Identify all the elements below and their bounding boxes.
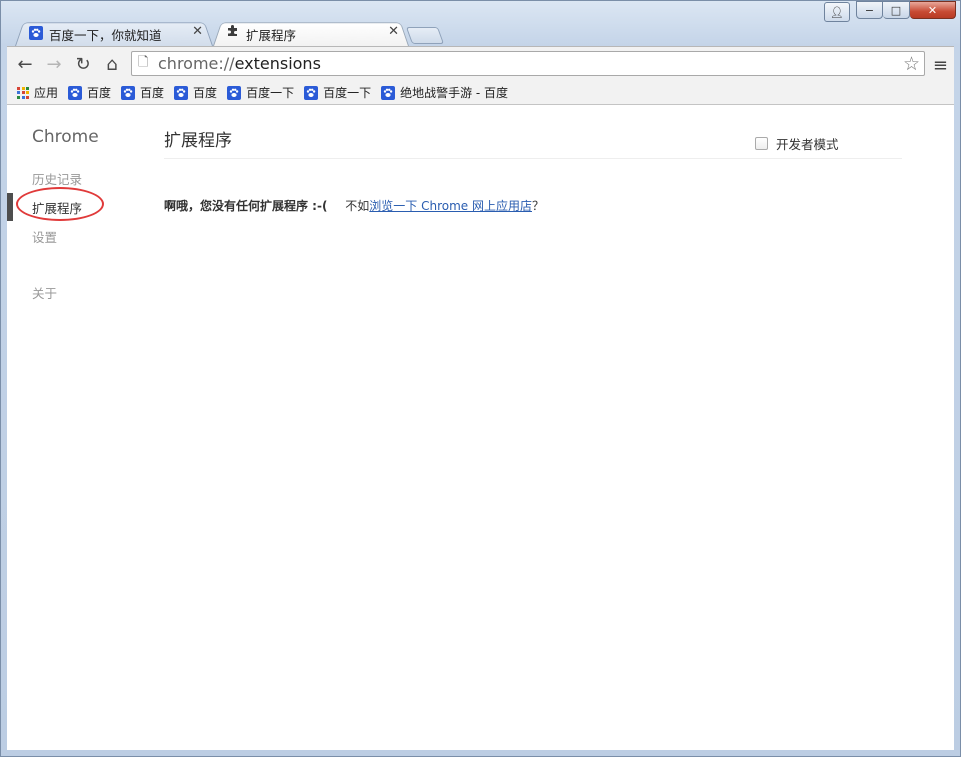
maximize-button[interactable]: □ xyxy=(883,1,910,19)
baidu-paw-icon xyxy=(174,86,189,100)
url-text: chrome://extensions xyxy=(158,54,321,73)
baidu-paw-icon xyxy=(227,86,242,100)
empty-state-bold: 啊哦，您没有任何扩展程序 :-( xyxy=(164,199,328,213)
forward-arrow-icon: → xyxy=(46,53,62,75)
tab-extensions[interactable]: 扩展程序 ✕ xyxy=(213,20,409,46)
baidu-paw-icon xyxy=(29,26,43,40)
baidu-paw-icon xyxy=(304,86,319,100)
baidu-paw-icon xyxy=(121,86,136,100)
empty-state-suffix: ？ xyxy=(532,199,545,213)
page-title: 扩展程序 xyxy=(164,131,232,151)
bookmark-item[interactable]: 百度 xyxy=(174,84,217,101)
bookmark-item[interactable]: 百度一下 xyxy=(304,84,371,101)
maximize-icon: □ xyxy=(890,3,902,17)
bookmark-item[interactable]: 百度一下 xyxy=(227,84,294,101)
bookmark-label: 百度 xyxy=(87,86,112,100)
hamburger-menu-icon: ≡ xyxy=(932,55,948,76)
browser-window: 👤︎ − □ ✕ 百度一下，你就知道 ✕ 扩展程序 ✕ ← → ↻ ⌂ 🗋 ch… xyxy=(0,0,961,757)
developer-mode-checkbox[interactable] xyxy=(755,137,768,150)
bookmark-label: 绝地战警手游 - 百度 xyxy=(400,86,509,100)
bookmark-label: 应用 xyxy=(34,86,59,100)
web-store-link[interactable]: 浏览一下 Chrome 网上应用店 xyxy=(369,199,532,213)
tab-title: 扩展程序 xyxy=(246,28,297,43)
close-tab-icon[interactable]: ✕ xyxy=(192,24,203,39)
user-profile-button[interactable]: 👤︎ xyxy=(824,2,850,22)
bookmarks-bar: 应用 百度 百度 百度 百度一下 百度一下 绝地战警手游 - 百度 xyxy=(7,81,954,105)
annotation-circle xyxy=(16,187,104,221)
back-button[interactable]: ← xyxy=(15,53,35,75)
sidebar-item-settings[interactable]: 设置 xyxy=(32,227,57,246)
empty-state-prefix: 不如 xyxy=(345,199,370,213)
page-icon: 🗋 xyxy=(138,54,149,70)
bookmark-item[interactable]: 百度 xyxy=(68,84,111,101)
bookmark-item[interactable]: 绝地战警手游 - 百度 xyxy=(381,84,508,101)
bookmark-star-icon[interactable]: ☆ xyxy=(903,53,920,75)
tab-baidu[interactable]: 百度一下，你就知道 ✕ xyxy=(15,20,213,46)
window-controls: − □ ✕ xyxy=(856,1,956,19)
bookmark-label: 百度 xyxy=(140,86,165,100)
toolbar: ← → ↻ ⌂ 🗋 chrome://extensions ☆ ≡ xyxy=(7,46,954,82)
new-tab-button[interactable] xyxy=(405,27,445,44)
address-bar[interactable]: 🗋 chrome://extensions ☆ xyxy=(131,51,925,76)
bookmark-item[interactable]: 百度 xyxy=(121,84,164,101)
user-icon: 👤︎ xyxy=(830,5,844,19)
baidu-paw-icon xyxy=(68,86,83,100)
minimize-icon: − xyxy=(864,3,875,17)
home-icon: ⌂ xyxy=(106,53,118,75)
reload-button[interactable]: ↻ xyxy=(73,53,93,75)
puzzle-icon xyxy=(227,24,240,41)
url-path: extensions xyxy=(234,54,321,73)
tab-strip: 百度一下，你就知道 ✕ 扩展程序 ✕ xyxy=(15,20,615,46)
empty-state-message: 啊哦，您没有任何扩展程序 :-( 不如浏览一下 Chrome 网上应用店？ xyxy=(164,197,544,214)
url-scheme: chrome:// xyxy=(158,54,235,73)
chrome-menu-button[interactable]: ≡ xyxy=(933,55,948,76)
sidebar-brand: Chrome xyxy=(32,127,99,147)
forward-button[interactable]: → xyxy=(44,53,64,75)
minimize-button[interactable]: − xyxy=(856,1,883,19)
reload-icon: ↻ xyxy=(75,53,91,75)
developer-mode-label: 开发者模式 xyxy=(776,137,839,152)
extensions-page: Chrome 历史记录 扩展程序 设置 关于 扩展程序 开发者模式 啊哦，您没有… xyxy=(7,105,954,750)
back-arrow-icon: ← xyxy=(17,53,33,75)
tab-title: 百度一下，你就知道 xyxy=(49,28,162,43)
bookmark-label: 百度 xyxy=(193,86,218,100)
developer-mode-toggle[interactable]: 开发者模式 xyxy=(755,134,839,153)
bookmark-label: 百度一下 xyxy=(246,86,295,100)
sidebar-item-about[interactable]: 关于 xyxy=(32,283,57,302)
apps-grid-icon xyxy=(17,86,29,99)
bookmark-apps[interactable]: 应用 xyxy=(17,84,58,101)
sidebar-item-history[interactable]: 历史记录 xyxy=(32,169,82,188)
baidu-paw-icon xyxy=(381,86,396,100)
home-button[interactable]: ⌂ xyxy=(102,53,122,75)
selected-indicator xyxy=(7,193,13,221)
close-icon: ✕ xyxy=(927,3,938,17)
close-tab-icon[interactable]: ✕ xyxy=(388,24,399,39)
close-window-button[interactable]: ✕ xyxy=(910,1,956,19)
bookmark-label: 百度一下 xyxy=(323,86,372,100)
header-divider xyxy=(164,158,902,159)
